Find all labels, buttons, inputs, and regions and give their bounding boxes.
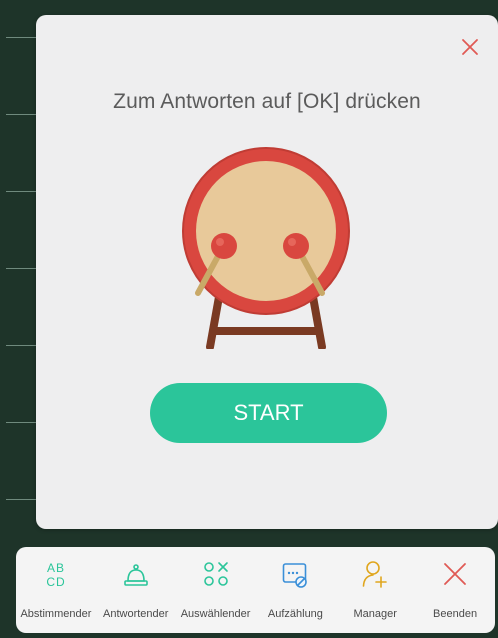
toolbar-item-responder[interactable]: Antwortender bbox=[96, 547, 176, 633]
toolbar-item-count[interactable]: Aufzählung bbox=[255, 547, 335, 633]
close-icon bbox=[462, 39, 478, 55]
select-shapes-icon bbox=[203, 562, 228, 586]
toolbar-label: Beenden bbox=[433, 608, 478, 620]
svg-text:AB: AB bbox=[47, 561, 65, 575]
toolbar-label: Manager bbox=[353, 608, 397, 620]
toolbar-label: Aufzählung bbox=[267, 608, 323, 620]
close-dialog-button[interactable] bbox=[460, 37, 480, 57]
add-user-icon bbox=[362, 561, 388, 588]
background-grid-lines bbox=[0, 0, 40, 638]
toolbar-item-selector[interactable]: Auswählender bbox=[176, 547, 256, 633]
dialog-title: Zum Antworten auf [OK] drücken bbox=[113, 90, 421, 113]
classroom-toolbar: AB CD Abstimmender Antwortender Auswähle… bbox=[16, 547, 495, 633]
drum-icon bbox=[182, 147, 350, 349]
responder-dialog: Zum Antworten auf [OK] drücken START bbox=[36, 15, 498, 529]
bell-icon bbox=[123, 564, 148, 586]
toolbar-label: Auswählender bbox=[180, 608, 251, 620]
start-button[interactable]: START bbox=[150, 383, 387, 443]
toolbar-item-vote[interactable]: AB CD Abstimmender bbox=[16, 547, 96, 633]
toolbar-label: Abstimmender bbox=[20, 608, 92, 620]
count-screen-icon bbox=[283, 563, 308, 588]
toolbar-item-manager[interactable]: Manager bbox=[335, 547, 415, 633]
toolbar-label: Antwortender bbox=[103, 608, 169, 620]
svg-text:CD: CD bbox=[46, 575, 65, 589]
abcd-vote-icon: AB CD bbox=[46, 561, 65, 589]
close-icon bbox=[444, 563, 466, 585]
toolbar-item-exit[interactable]: Beenden bbox=[415, 547, 495, 633]
